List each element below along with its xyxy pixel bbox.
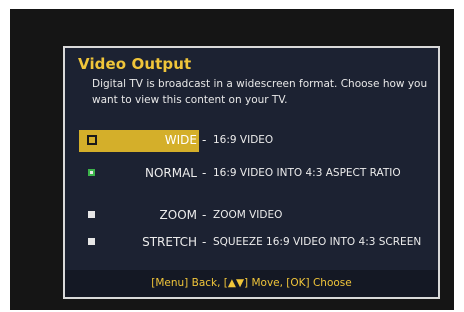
option-wide[interactable]: WIDE - 16:9 VIDEO (65, 130, 438, 154)
option-separator: - (202, 133, 207, 147)
key-hint-bar: [Menu] Back, [▲▼] Move, [OK] Choose (65, 270, 438, 297)
option-normal[interactable]: NORMAL - 16:9 VIDEO INTO 4:3 ASPECT RATI… (65, 163, 438, 187)
option-name: STRETCH (142, 235, 197, 249)
checkbox-icon (88, 238, 95, 245)
checkbox-icon (88, 211, 95, 218)
option-separator: - (202, 208, 207, 222)
video-output-dialog: Video Output Digital TV is broadcast in … (63, 46, 440, 299)
option-description: 16:9 VIDEO INTO 4:3 ASPECT RATIO (213, 167, 401, 179)
dialog-description: Digital TV is broadcast in a widescreen … (92, 78, 428, 106)
option-zoom[interactable]: ZOOM - ZOOM VIDEO (65, 205, 438, 229)
option-name: ZOOM (159, 208, 197, 222)
option-separator: - (202, 166, 207, 180)
option-description: SQUEEZE 16:9 VIDEO INTO 4:3 SCREEN (213, 236, 422, 248)
key-hint-text: [Menu] Back, [▲▼] Move, [OK] Choose (151, 277, 352, 289)
dialog-title: Video Output (78, 55, 192, 73)
option-description: ZOOM VIDEO (213, 209, 283, 221)
option-description: 16:9 VIDEO (213, 134, 274, 146)
checkbox-icon (87, 135, 97, 145)
option-name: NORMAL (144, 166, 197, 180)
option-stretch[interactable]: STRETCH - SQUEEZE 16:9 VIDEO INTO 4:3 SC… (65, 232, 438, 256)
option-separator: - (202, 235, 207, 249)
option-name: WIDE (164, 133, 197, 147)
checked-checkbox-icon (88, 169, 95, 176)
tv-screen: Video Output Digital TV is broadcast in … (10, 9, 454, 310)
